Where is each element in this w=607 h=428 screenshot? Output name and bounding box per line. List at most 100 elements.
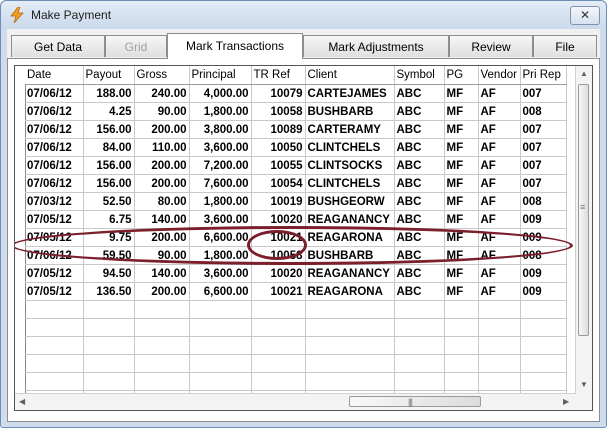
grid-cell[interactable]: 3,600.00 — [189, 210, 252, 229]
grid-cell[interactable]: 07/06/12 — [25, 102, 84, 121]
grid-cell[interactable]: MF — [444, 246, 479, 265]
grid-cell[interactable]: ABC — [394, 138, 445, 157]
grid-cell[interactable] — [478, 300, 521, 319]
grid-cell[interactable]: REAGANANCY — [305, 210, 395, 229]
grid-cell[interactable] — [444, 318, 479, 337]
grid-cell[interactable]: AF — [478, 192, 521, 211]
grid-cell[interactable]: 7,200.00 — [189, 156, 252, 175]
grid-cell[interactable] — [305, 354, 395, 373]
grid-cell[interactable] — [520, 300, 567, 319]
empty-table-row[interactable] — [25, 336, 567, 355]
grid-cell[interactable] — [189, 354, 252, 373]
grid-cell[interactable] — [189, 300, 252, 319]
grid-cell[interactable] — [189, 372, 252, 391]
grid-cell[interactable]: 07/05/12 — [25, 264, 84, 283]
grid-cell[interactable]: MF — [444, 264, 479, 283]
grid-cell[interactable]: AF — [478, 102, 521, 121]
grid-cell[interactable] — [305, 300, 395, 319]
grid-cell[interactable]: 10079 — [251, 84, 306, 103]
scroll-up-arrow-icon[interactable]: ▲ — [580, 69, 588, 78]
grid-cell[interactable]: ABC — [394, 102, 445, 121]
grid-cell[interactable]: 6.75 — [83, 210, 135, 229]
grid-cell[interactable]: 07/06/12 — [25, 120, 84, 139]
grid-cell[interactable]: REAGANANCY — [305, 264, 395, 283]
grid-cell[interactable] — [520, 336, 567, 355]
grid-cell[interactable] — [251, 354, 306, 373]
grid-cell[interactable]: 10021 — [251, 228, 306, 247]
grid-cell[interactable]: 07/05/12 — [25, 228, 84, 247]
table-row[interactable]: 07/06/12 156.00 200.00 3,800.00 10089 CARTERA… — [25, 120, 567, 139]
grid-cell[interactable] — [83, 318, 135, 337]
grid-cell[interactable]: 200.00 — [134, 120, 190, 139]
grid-cell[interactable]: MF — [444, 138, 479, 157]
grid-cell[interactable]: CARTEJAMES — [305, 84, 395, 103]
grid-cell[interactable]: 110.00 — [134, 138, 190, 157]
grid-cell[interactable]: 07/06/12 — [25, 156, 84, 175]
grid-cell[interactable]: 007 — [520, 120, 567, 139]
grid-cell[interactable]: 84.00 — [83, 138, 135, 157]
grid-cell[interactable]: 007 — [520, 84, 567, 103]
grid-cell[interactable] — [520, 354, 567, 373]
grid-cell[interactable] — [394, 354, 445, 373]
grid-cell[interactable]: 07/06/12 — [25, 84, 84, 103]
grid-cell[interactable]: 6,600.00 — [189, 228, 252, 247]
grid-cell[interactable]: 007 — [520, 138, 567, 157]
grid-cell[interactable] — [134, 318, 190, 337]
grid-cell[interactable]: 10020 — [251, 210, 306, 229]
grid-cell[interactable]: 10089 — [251, 120, 306, 139]
grid-cell[interactable]: ABC — [394, 120, 445, 139]
grid-cell[interactable]: 4,000.00 — [189, 84, 252, 103]
grid-cell[interactable]: 008 — [520, 192, 567, 211]
tab-get-data[interactable]: Get Data — [11, 35, 105, 57]
empty-table-row[interactable] — [25, 354, 567, 373]
grid-cell[interactable]: ABC — [394, 84, 445, 103]
tab-mark-adjustments[interactable]: Mark Adjustments — [303, 35, 449, 57]
grid-cell[interactable]: 136.50 — [83, 282, 135, 301]
grid-cell[interactable] — [25, 372, 84, 391]
grid-cell[interactable] — [305, 372, 395, 391]
table-row[interactable]: 07/06/12 84.00 110.00 3,600.00 10050 CLINTCHE… — [25, 138, 567, 157]
grid-cell[interactable]: 52.50 — [83, 192, 135, 211]
grid-cell[interactable]: CARTERAMY — [305, 120, 395, 139]
grid-cell[interactable]: 10019 — [251, 192, 306, 211]
grid-cell[interactable] — [83, 336, 135, 355]
grid-cell[interactable]: ABC — [394, 282, 445, 301]
scroll-down-arrow-icon[interactable]: ▼ — [580, 380, 588, 389]
grid-cell[interactable]: AF — [478, 138, 521, 157]
grid-cell[interactable] — [251, 372, 306, 391]
grid-cell[interactable]: ABC — [394, 192, 445, 211]
grid-cell[interactable]: 80.00 — [134, 192, 190, 211]
grid-cell[interactable]: 007 — [520, 156, 567, 175]
grid-cell[interactable] — [394, 318, 445, 337]
grid-cell[interactable]: 3,600.00 — [189, 138, 252, 157]
grid-cell[interactable] — [478, 372, 521, 391]
grid-cell[interactable]: MF — [444, 210, 479, 229]
grid-cell[interactable] — [189, 318, 252, 337]
grid-cell[interactable]: 240.00 — [134, 84, 190, 103]
grid-cell[interactable]: AF — [478, 84, 521, 103]
grid-cell[interactable]: 10020 — [251, 264, 306, 283]
column-header-gross[interactable]: Gross — [134, 66, 190, 85]
table-row[interactable]: 07/06/12 156.00 200.00 7,600.00 10054 CLINTCH… — [25, 174, 567, 193]
grid-cell[interactable]: BUSHBARB — [305, 246, 395, 265]
grid-cell[interactable]: MF — [444, 228, 479, 247]
grid-cell[interactable]: ABC — [394, 264, 445, 283]
tab-file[interactable]: File — [533, 35, 597, 57]
grid-cell[interactable] — [478, 336, 521, 355]
grid-cell[interactable]: BUSHBARB — [305, 102, 395, 121]
grid-cell[interactable] — [83, 372, 135, 391]
grid-cell[interactable]: 10021 — [251, 282, 306, 301]
column-header-symbol[interactable]: Symbol — [394, 66, 445, 85]
grid-cell[interactable]: ABC — [394, 156, 445, 175]
grid-cell[interactable]: AF — [478, 264, 521, 283]
grid-cell[interactable]: 1,800.00 — [189, 192, 252, 211]
grid-cell[interactable]: 10050 — [251, 138, 306, 157]
grid-cell[interactable] — [444, 372, 479, 391]
grid-cell[interactable]: MF — [444, 192, 479, 211]
grid-cell[interactable] — [251, 318, 306, 337]
grid-cell[interactable]: 009 — [520, 228, 567, 247]
grid-cell[interactable] — [134, 336, 190, 355]
grid-cell[interactable] — [134, 300, 190, 319]
grid-cell[interactable] — [444, 354, 479, 373]
grid-cell[interactable]: 4.25 — [83, 102, 135, 121]
